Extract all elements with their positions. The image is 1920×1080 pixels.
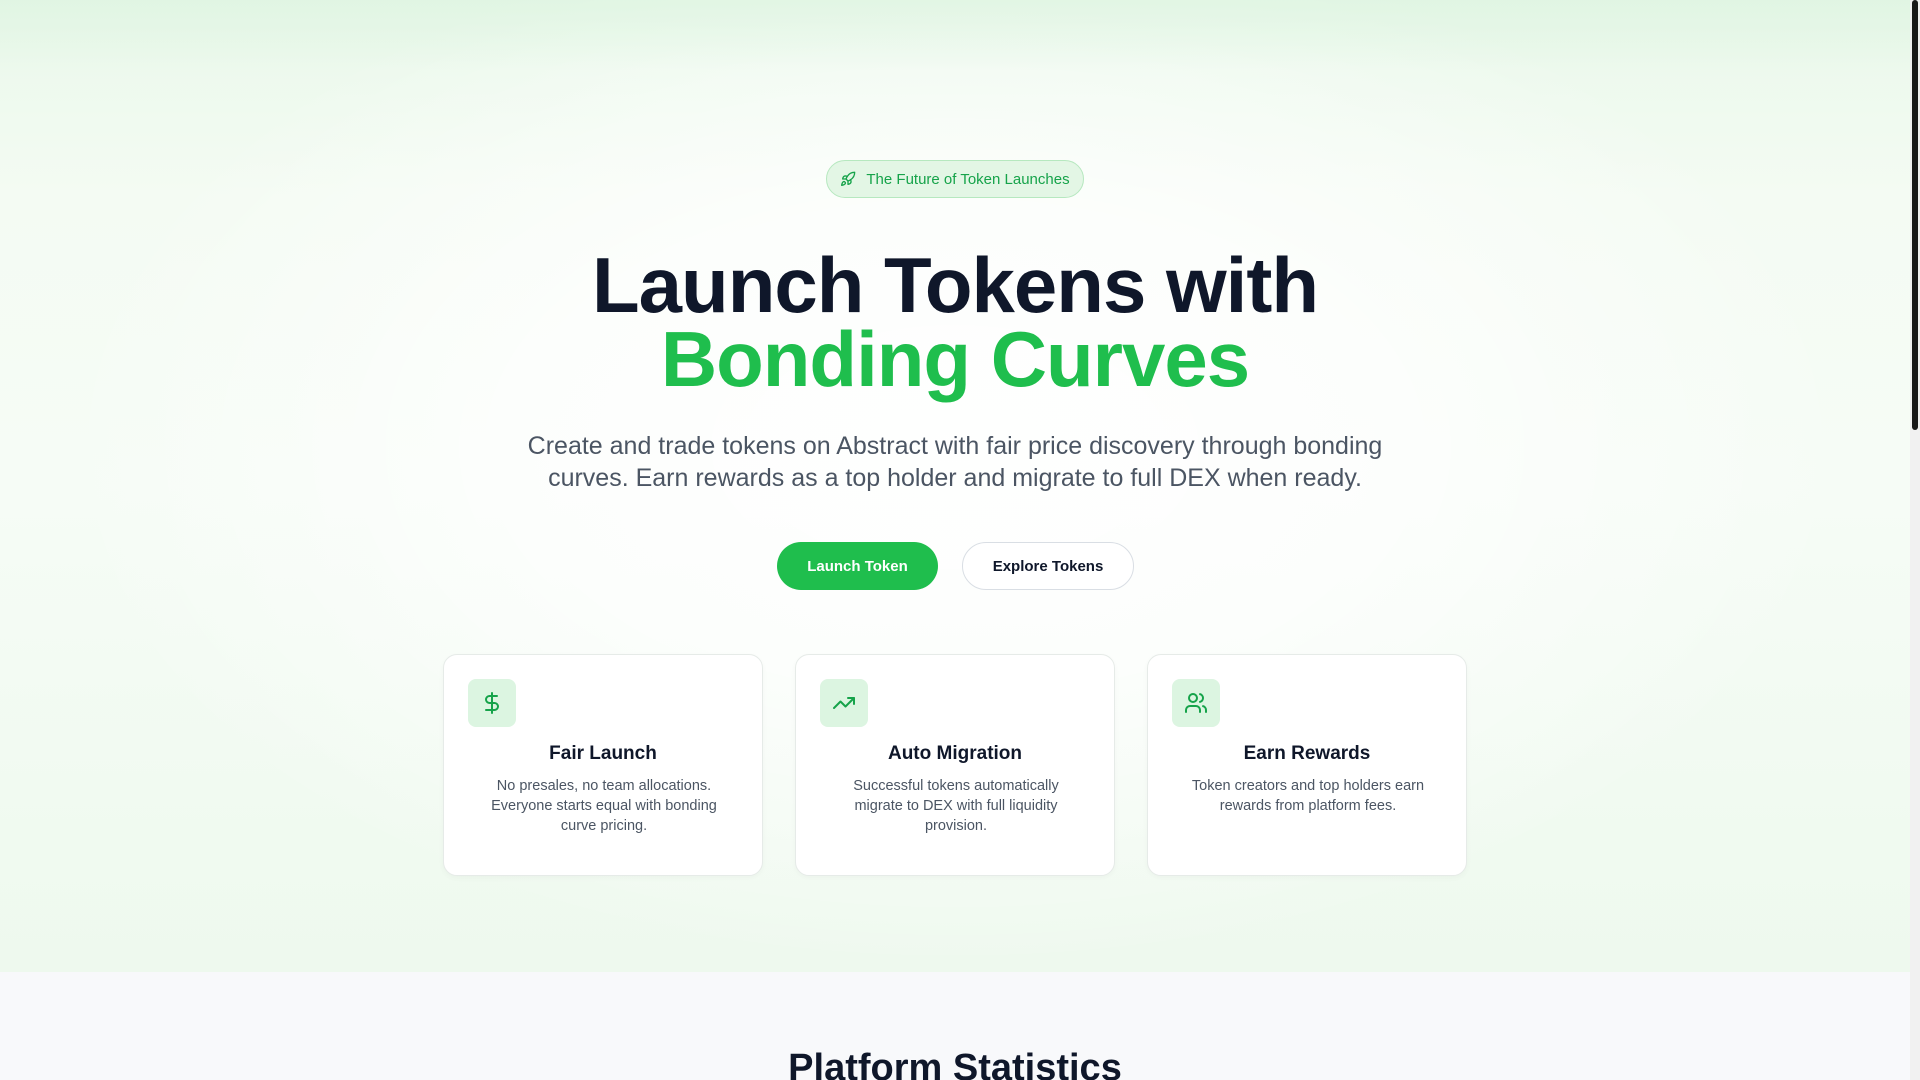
hero-headline-line1: Launch Tokens with [592, 241, 1319, 329]
feature-card-earn-rewards: Earn Rewards Token creators and top hold… [1147, 654, 1467, 876]
stats-title: Platform Statistics [788, 1047, 1122, 1080]
feature-description: Token creators and top holders earn rewa… [1191, 778, 1425, 814]
feature-icon-wrapper [1172, 679, 1220, 727]
hero-subtitle: Create and trade tokens on Abstract with… [527, 432, 1383, 492]
landing-page: The Future of Token Launches Launch Toke… [0, 0, 1920, 1080]
feature-card-auto-migration: Auto Migration Successful tokens automat… [795, 654, 1115, 876]
hero-badge-label: The Future of Token Launches [866, 170, 1070, 188]
feature-title: Auto Migration [887, 743, 1023, 764]
hero-section: The Future of Token Launches Launch Toke… [0, 0, 1910, 972]
hero-headline-line2: Bonding Curves [660, 315, 1250, 403]
hero-headline: Launch Tokens with Bonding Curves [0, 241, 1910, 403]
feature-title: Earn Rewards [1243, 743, 1371, 764]
rocket-icon [841, 171, 856, 186]
trending-up-icon [833, 697, 855, 709]
dollar-icon [485, 692, 499, 714]
scrollbar-thumb[interactable] [1912, 0, 1918, 430]
feature-card-fair-launch: Fair Launch No presales, no team allocat… [443, 654, 763, 876]
feature-description: Successful tokens automatically migrate … [853, 778, 1059, 834]
feature-icon-wrapper [468, 679, 516, 727]
page-scrollbar[interactable] [1910, 0, 1920, 1080]
launch-token-button[interactable]: Launch Token [777, 542, 938, 590]
users-icon [1185, 693, 1207, 713]
hero-badge: The Future of Token Launches [826, 160, 1084, 198]
explore-tokens-button[interactable]: Explore Tokens [962, 542, 1134, 590]
feature-icon-wrapper [820, 679, 868, 727]
feature-title: Fair Launch [549, 743, 657, 764]
feature-description: No presales, no team allocations. Everyo… [491, 778, 717, 834]
